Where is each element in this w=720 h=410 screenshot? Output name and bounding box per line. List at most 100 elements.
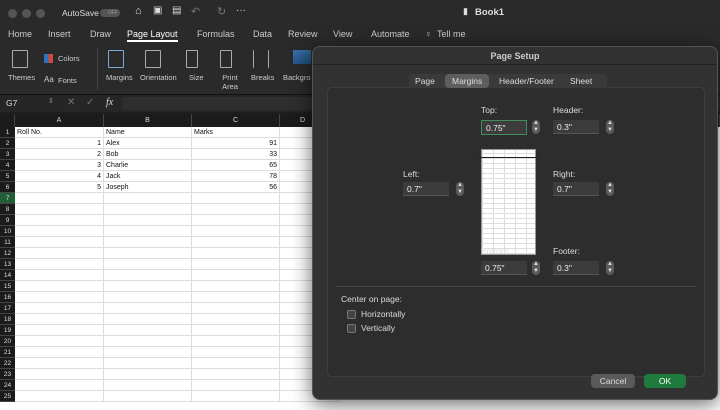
cell-c[interactable]: 33: [192, 149, 280, 160]
cell-c[interactable]: 56: [192, 182, 280, 193]
cell-b[interactable]: [104, 369, 192, 380]
cell-c[interactable]: [192, 237, 280, 248]
cell-a[interactable]: 3: [15, 160, 104, 171]
cell-a[interactable]: [15, 281, 104, 292]
cell-c[interactable]: [192, 215, 280, 226]
name-box-stepper[interactable]: ⇕: [48, 97, 54, 105]
background-icon[interactable]: [293, 50, 311, 64]
margins-button[interactable]: Margins: [106, 73, 133, 82]
row-header[interactable]: 19: [0, 325, 15, 336]
cell-c[interactable]: [192, 204, 280, 215]
tab-insert[interactable]: Insert: [48, 29, 71, 39]
cell-a[interactable]: [15, 204, 104, 215]
cell-c[interactable]: [192, 281, 280, 292]
top-margin-stepper[interactable]: ▲ ▼: [532, 120, 540, 134]
cell-b[interactable]: Bob: [104, 149, 192, 160]
cell-b[interactable]: [104, 248, 192, 259]
row-header[interactable]: 5: [0, 171, 15, 182]
row-header[interactable]: 2: [0, 138, 15, 149]
row-header[interactable]: 22: [0, 358, 15, 369]
cell-a[interactable]: 5: [15, 182, 104, 193]
tab-sheet[interactable]: Sheet: [570, 76, 592, 86]
cell-b[interactable]: [104, 325, 192, 336]
tab-data[interactable]: Data: [253, 29, 272, 39]
cell-a[interactable]: 4: [15, 171, 104, 182]
themes-button[interactable]: Themes: [8, 73, 35, 82]
cell-c[interactable]: 65: [192, 160, 280, 171]
vertically-label[interactable]: Vertically: [361, 323, 395, 333]
cell-b[interactable]: [104, 226, 192, 237]
cell-c[interactable]: [192, 303, 280, 314]
cell-a[interactable]: [15, 369, 104, 380]
row-header[interactable]: 21: [0, 347, 15, 358]
cell-b[interactable]: [104, 281, 192, 292]
row-header[interactable]: 8: [0, 204, 15, 215]
cell-c[interactable]: [192, 380, 280, 391]
left-margin-stepper[interactable]: ▲ ▼: [456, 182, 464, 196]
cell-c[interactable]: [192, 270, 280, 281]
horizontally-label[interactable]: Horizontally: [361, 309, 405, 319]
orientation-button[interactable]: Orientation: [140, 73, 177, 82]
row-header[interactable]: 25: [0, 391, 15, 402]
cell-b[interactable]: [104, 204, 192, 215]
tab-margins[interactable]: Margins: [445, 74, 490, 88]
cell-a[interactable]: [15, 380, 104, 391]
row-header[interactable]: 24: [0, 380, 15, 391]
minimize-window-button[interactable]: [22, 9, 31, 18]
tab-review[interactable]: Review: [288, 29, 318, 39]
cell-a[interactable]: [15, 193, 104, 204]
cell-c[interactable]: [192, 347, 280, 358]
column-header-a[interactable]: A: [15, 114, 104, 127]
fonts-button[interactable]: Fonts: [58, 76, 77, 85]
row-header[interactable]: 10: [0, 226, 15, 237]
ok-button[interactable]: OK: [644, 374, 686, 388]
orientation-icon[interactable]: [145, 50, 161, 68]
row-header[interactable]: 13: [0, 259, 15, 270]
autosave-toggle[interactable]: OFF: [100, 9, 120, 17]
row-header[interactable]: 15: [0, 281, 15, 292]
tab-page-layout[interactable]: Page Layout: [127, 29, 178, 42]
cell-b[interactable]: [104, 303, 192, 314]
colors-button[interactable]: Colors: [58, 54, 80, 63]
bottom-margin-input[interactable]: 0.75": [481, 261, 527, 275]
cell-a[interactable]: [15, 259, 104, 270]
cell-b[interactable]: [104, 237, 192, 248]
cell-a[interactable]: [15, 215, 104, 226]
cell-a[interactable]: Roll No.: [15, 127, 104, 138]
cell-b[interactable]: Jack: [104, 171, 192, 182]
vertically-checkbox[interactable]: [347, 324, 356, 333]
size-icon[interactable]: [186, 50, 198, 68]
footer-margin-input[interactable]: 0.3": [553, 261, 599, 275]
cell-c[interactable]: [192, 325, 280, 336]
cell-c[interactable]: [192, 336, 280, 347]
insert-function-icon[interactable]: fx: [106, 97, 113, 108]
tab-view[interactable]: View: [333, 29, 352, 39]
select-all-corner[interactable]: [0, 114, 15, 127]
cell-b[interactable]: Name: [104, 127, 192, 138]
row-header[interactable]: 9: [0, 215, 15, 226]
row-header[interactable]: 4: [0, 160, 15, 171]
cell-a[interactable]: [15, 303, 104, 314]
row-header[interactable]: 18: [0, 314, 15, 325]
cancel-icon[interactable]: ✕: [67, 97, 75, 108]
right-margin-stepper[interactable]: ▲ ▼: [606, 182, 614, 196]
cell-b[interactable]: [104, 347, 192, 358]
column-header-c[interactable]: C: [192, 114, 280, 127]
cell-c[interactable]: [192, 259, 280, 270]
footer-margin-stepper[interactable]: ▲ ▼: [606, 261, 614, 275]
row-header[interactable]: 1: [0, 127, 15, 138]
cell-a[interactable]: [15, 292, 104, 303]
right-margin-input[interactable]: 0.7": [553, 182, 599, 196]
cell-b[interactable]: [104, 336, 192, 347]
cell-c[interactable]: [192, 391, 280, 402]
row-header[interactable]: 3: [0, 149, 15, 160]
cell-b[interactable]: [104, 391, 192, 402]
cell-c[interactable]: 78: [192, 171, 280, 182]
name-box[interactable]: G7: [6, 98, 17, 108]
cell-b[interactable]: [104, 215, 192, 226]
cell-c[interactable]: [192, 314, 280, 325]
cell-a[interactable]: [15, 226, 104, 237]
cancel-button[interactable]: Cancel: [591, 374, 635, 388]
cell-a[interactable]: [15, 270, 104, 281]
cell-a[interactable]: 1: [15, 138, 104, 149]
